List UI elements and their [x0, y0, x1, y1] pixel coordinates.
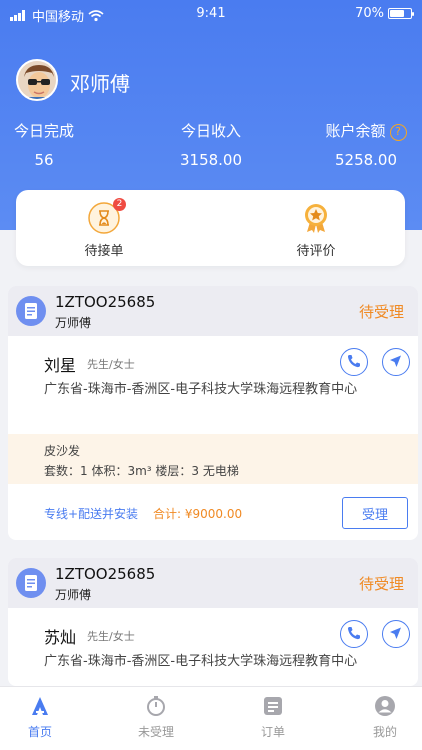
order-header: 1ZTOO25685 万师傅 待受理: [8, 286, 418, 336]
phone-icon[interactable]: [340, 620, 368, 648]
tab-bar: 首页 未受理 订单 我的: [0, 686, 422, 750]
stat-completed-today: 今日完成 56: [14, 120, 74, 169]
order-card[interactable]: 1ZTOO25685 万师傅 待受理 苏灿 先生/女士 广东省-珠海市-香洲区-…: [8, 558, 418, 686]
stat-value: 3158.00: [179, 151, 243, 169]
stat-label: 今日完成: [14, 122, 75, 140]
user-name: 邓师傅: [70, 72, 130, 96]
worker-name: 万师傅: [55, 588, 92, 602]
worker-name: 万师傅: [55, 316, 92, 330]
quick-label: 待接单: [84, 244, 124, 259]
tab-label: 订单: [260, 725, 285, 739]
order-total: 合计: ¥9000.00: [153, 507, 243, 521]
stat-value: 56: [34, 151, 54, 169]
customer-title: 先生/女士: [87, 358, 135, 371]
stopwatch-icon: [145, 695, 167, 717]
tab-unaccepted[interactable]: 未受理: [116, 695, 196, 740]
navigate-icon[interactable]: [382, 620, 410, 648]
stat-value: 5258.00: [334, 151, 398, 169]
order-card[interactable]: 1ZTOO25685 万师傅 待受理 刘星 先生/女士 广东省-珠海市-香洲区-…: [8, 286, 418, 540]
stat-label: 账户余额: [325, 122, 386, 140]
tab-label: 首页: [27, 725, 52, 739]
order-status: 待受理: [358, 303, 404, 321]
hourglass-icon: 2: [88, 198, 126, 234]
quick-pending-review[interactable]: 待评价: [266, 202, 366, 259]
medal-icon: [300, 202, 332, 234]
accept-button[interactable]: 受理: [342, 497, 408, 529]
order-status: 待受理: [358, 575, 404, 593]
battery-fill: [390, 10, 404, 17]
stat-income-today: 今日收入 3158.00: [151, 120, 271, 169]
order-number: 1ZTOO25685: [55, 565, 156, 583]
customer-row: 刘星 先生/女士: [8, 336, 418, 378]
document-icon: [16, 296, 46, 326]
help-icon[interactable]: ?: [389, 124, 407, 141]
status-bar: 中国移动 9:41 70%: [0, 0, 422, 28]
customer-name: 苏灿: [44, 628, 77, 647]
home-icon: [29, 695, 51, 717]
stat-account-balance: 账户余额? 5258.00: [316, 120, 416, 169]
stat-label: 今日收入: [180, 122, 241, 140]
tab-mine[interactable]: 我的: [345, 695, 422, 740]
quick-actions-card: 2 待接单 待评价: [16, 190, 405, 266]
item-detail: 皮沙发 套数：1 体积：3m³ 楼层：3 无电梯: [8, 434, 418, 484]
customer-title: 先生/女士: [87, 630, 135, 643]
item-name: 皮沙发: [44, 444, 81, 458]
quick-label: 待评价: [296, 244, 336, 259]
customer-address: 广东省-珠海市-香洲区-电子科技大学珠海远程教育中心: [44, 382, 358, 397]
quick-pending-accept[interactable]: 2 待接单: [54, 198, 154, 259]
tab-label: 未受理: [137, 725, 174, 739]
customer-name: 刘星: [44, 356, 77, 375]
order-footer: 专线+配送并安装 合计: ¥9000.00 受理: [8, 484, 418, 540]
order-icon: [262, 695, 284, 717]
badge-count: 2: [113, 198, 126, 211]
battery-icon: [388, 8, 414, 19]
document-icon: [16, 568, 46, 598]
customer-address: 广东省-珠海市-香洲区-电子科技大学珠海远程教育中心: [44, 654, 358, 669]
service-type: 专线+配送并安装: [44, 507, 139, 521]
item-meta: 套数：1 体积：3m³ 楼层：3 无电梯: [44, 464, 239, 478]
avatar-image: [18, 61, 56, 99]
tab-home[interactable]: 首页: [0, 695, 80, 740]
battery-percent: 70%: [355, 6, 384, 21]
order-header: 1ZTOO25685 万师傅 待受理: [8, 558, 418, 608]
avatar[interactable]: [16, 59, 58, 101]
customer-row: 苏灿 先生/女士: [8, 608, 418, 650]
tab-label: 我的: [372, 725, 397, 739]
navigate-icon[interactable]: [382, 348, 410, 376]
phone-icon[interactable]: [340, 348, 368, 376]
tab-orders[interactable]: 订单: [233, 695, 313, 740]
order-number: 1ZTOO25685: [55, 293, 156, 311]
user-icon: [374, 695, 396, 717]
